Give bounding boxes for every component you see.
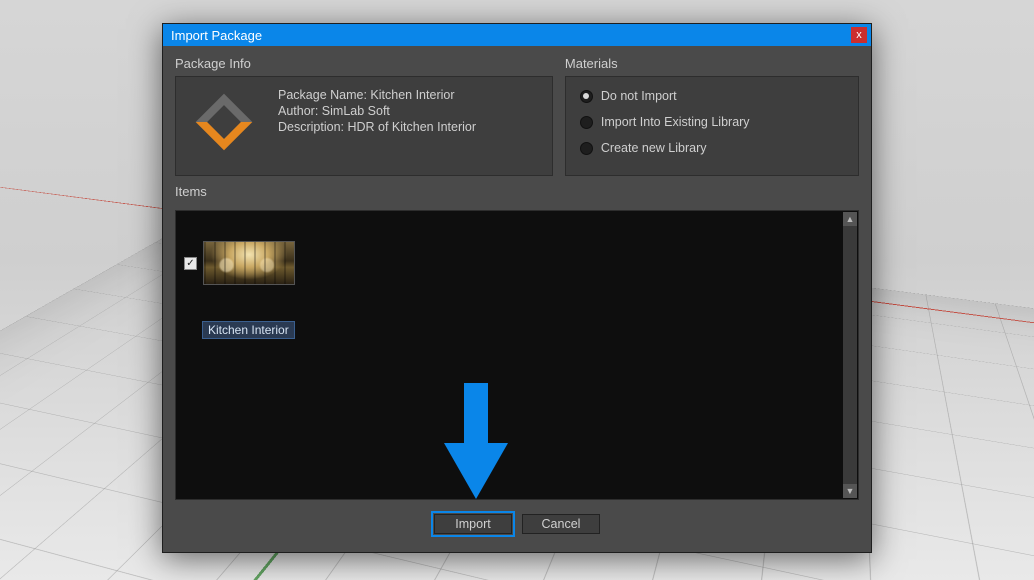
annotation-arrow-icon <box>444 383 508 499</box>
item-checkbox[interactable]: ✓ <box>184 257 197 270</box>
radio-label: Create new Library <box>601 141 707 155</box>
item-thumbnail[interactable] <box>203 241 295 285</box>
cancel-button[interactable]: Cancel <box>522 514 600 534</box>
package-description-line: Description: HDR of Kitchen Interior <box>278 119 540 135</box>
items-heading: Items <box>175 184 859 199</box>
package-icon <box>188 87 260 155</box>
radio-icon <box>580 90 593 103</box>
package-author-line: Author: SimLab Soft <box>278 103 540 119</box>
chevron-down-icon: ▼ <box>846 486 855 496</box>
package-name-line: Package Name: Kitchen Interior <box>278 87 540 103</box>
items-panel: ✓ Kitchen Interior ▲ ▼ <box>175 210 859 500</box>
materials-option-import-existing[interactable]: Import Into Existing Library <box>580 115 846 129</box>
radio-label: Do not Import <box>601 89 677 103</box>
radio-icon <box>580 142 593 155</box>
package-info-group: Package Info <box>175 56 553 176</box>
scroll-down-button[interactable]: ▼ <box>843 484 857 498</box>
close-icon: x <box>856 30 862 41</box>
materials-option-do-not-import[interactable]: Do not Import <box>580 89 846 103</box>
import-button[interactable]: Import <box>434 514 512 534</box>
scroll-up-button[interactable]: ▲ <box>843 212 857 226</box>
materials-heading: Materials <box>565 56 859 71</box>
chevron-up-icon: ▲ <box>846 214 855 224</box>
item-kitchen-interior[interactable]: ✓ Kitchen Interior <box>184 241 314 339</box>
items-scrollbar[interactable]: ▲ ▼ <box>843 212 857 498</box>
materials-group: Materials Do not Import Import Into Exis… <box>565 56 859 176</box>
dialog-titlebar[interactable]: Import Package x <box>163 24 871 46</box>
radio-label: Import Into Existing Library <box>601 115 750 129</box>
materials-option-create-new[interactable]: Create new Library <box>580 141 846 155</box>
dialog-title: Import Package <box>171 28 262 43</box>
package-info-heading: Package Info <box>175 56 553 71</box>
check-icon: ✓ <box>186 258 194 269</box>
close-button[interactable]: x <box>851 27 867 43</box>
radio-icon <box>580 116 593 129</box>
import-package-dialog: Import Package x Package Info <box>162 23 872 553</box>
item-name-label: Kitchen Interior <box>202 321 295 339</box>
